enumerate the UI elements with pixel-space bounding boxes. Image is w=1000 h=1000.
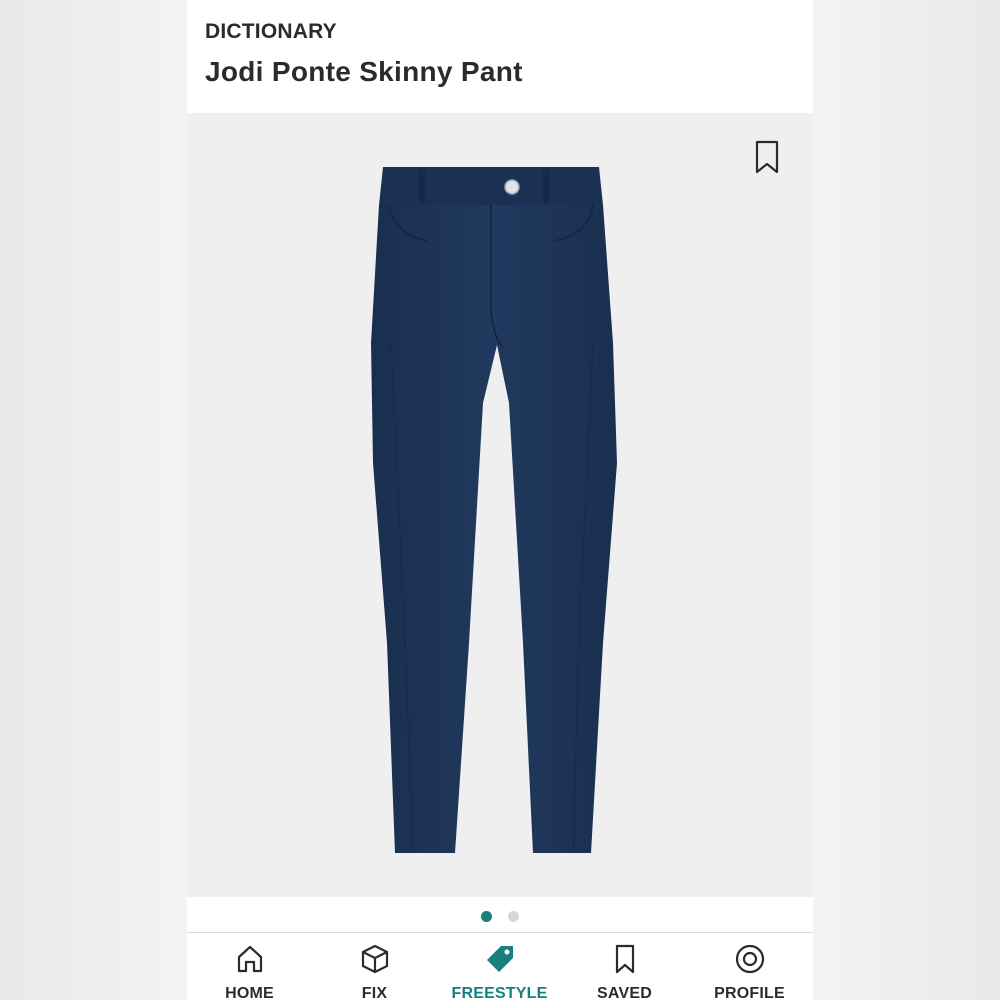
pant-product-image [371, 167, 617, 854]
tab-label: FIX [361, 985, 388, 1000]
profile-icon [735, 944, 765, 974]
tab-freestyle[interactable]: FREESTYLE [437, 933, 562, 1000]
tab-label: PROFILE [714, 985, 785, 1000]
bookmark-icon [755, 140, 779, 174]
tab-label: HOME [225, 985, 274, 1000]
brand-name: DICTIONARY [205, 20, 337, 43]
tab-label: SAVED [597, 985, 652, 1000]
product-header: DICTIONARY Jodi Ponte Skinny Pant [187, 0, 813, 113]
home-icon [237, 945, 263, 973]
carousel-dot[interactable] [508, 911, 519, 922]
tab-saved[interactable]: SAVED [562, 933, 687, 1000]
tag-icon [487, 946, 513, 972]
background-right [813, 0, 1000, 1000]
carousel-dot-active[interactable] [481, 911, 492, 922]
tab-profile[interactable]: PROFILE [687, 933, 812, 1000]
product-title: Jodi Ponte Skinny Pant [205, 56, 523, 87]
tab-fix[interactable]: FIX [312, 933, 437, 1000]
box-icon [361, 944, 389, 974]
carousel-pagination [187, 897, 813, 933]
bookmark-icon [615, 944, 635, 974]
product-image-carousel[interactable] [187, 113, 813, 897]
background-left [0, 0, 187, 1000]
tab-home[interactable]: HOME [187, 933, 312, 1000]
bottom-tab-bar: HOME FIX FREESTYLE SAVED PROFILE [187, 933, 813, 1000]
save-item-button[interactable] [752, 139, 782, 175]
tab-label: FREESTYLE [451, 985, 548, 1000]
app-screen: DICTIONARY Jodi Ponte Skinny Pant HOME F… [187, 0, 813, 1000]
